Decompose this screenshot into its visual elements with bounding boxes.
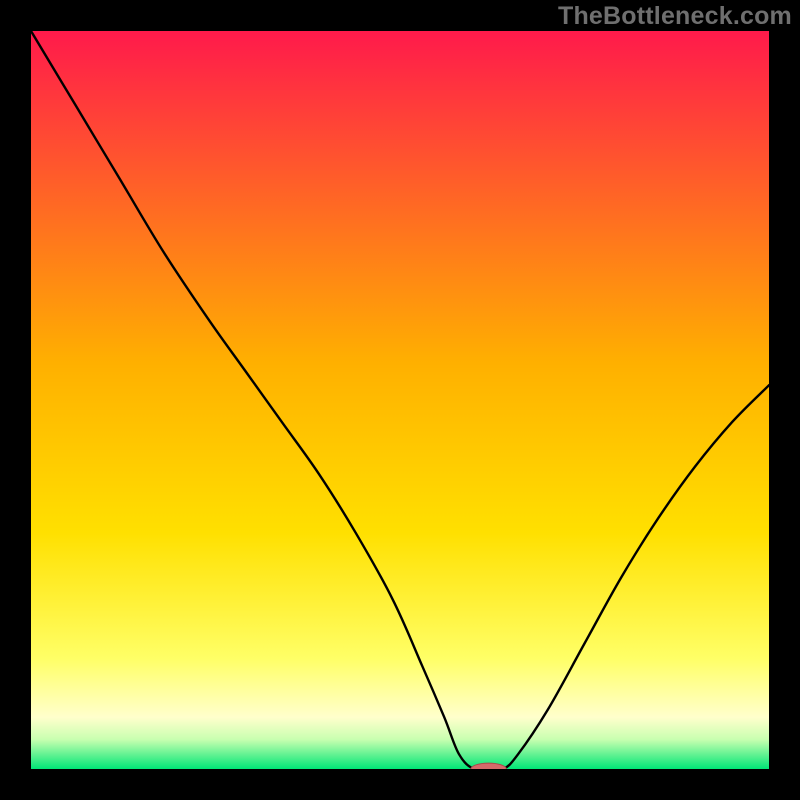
watermark-text: TheBottleneck.com	[558, 2, 792, 31]
plot-area	[31, 31, 769, 769]
bottleneck-chart	[31, 31, 769, 769]
gradient-background	[31, 31, 769, 769]
chart-frame: TheBottleneck.com	[0, 0, 800, 800]
